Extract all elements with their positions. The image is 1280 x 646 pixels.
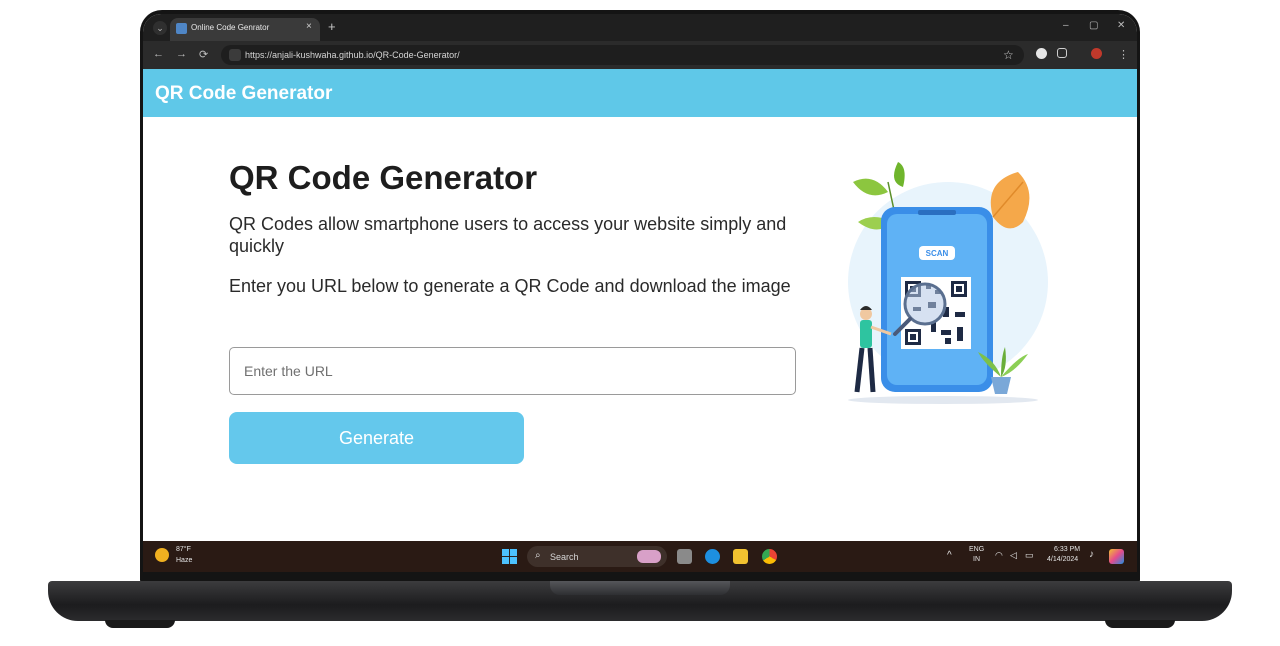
site-header: QR Code Generator: [143, 69, 1137, 117]
clock-time[interactable]: 6:33 PM: [1054, 546, 1080, 553]
new-tab-icon[interactable]: +: [328, 19, 336, 34]
description-text: QR Codes allow smartphone users to acces…: [229, 214, 787, 256]
leaf-right-icon: [990, 172, 1030, 229]
task-view-icon[interactable]: [677, 549, 692, 564]
edge-browser-icon[interactable]: [705, 549, 720, 564]
header-title[interactable]: QR Code Generator: [155, 83, 332, 105]
qr-scan-illustration: SCAN: [848, 162, 1048, 404]
language-region[interactable]: IN: [973, 556, 980, 563]
forward-icon[interactable]: →: [176, 48, 187, 60]
extension-icon[interactable]: [1036, 48, 1047, 59]
volume-icon[interactable]: ◁: [1010, 550, 1017, 561]
bookmark-star-icon[interactable]: ☆: [1003, 48, 1014, 62]
extensions-puzzle-icon[interactable]: [1057, 48, 1067, 58]
profile-avatar[interactable]: [1091, 48, 1102, 59]
search-icon: ⌕: [535, 550, 541, 561]
reload-icon[interactable]: ⟳: [199, 48, 208, 61]
close-tab-icon[interactable]: ×: [306, 21, 312, 32]
file-explorer-icon[interactable]: [733, 549, 748, 564]
battery-icon[interactable]: ▭: [1025, 550, 1034, 561]
browser-toolbar: ← → ⟳ https://anjali-kushwaha.github.io/…: [143, 41, 1137, 69]
weather-condition[interactable]: Haze: [176, 557, 192, 564]
laptop-notch: [550, 581, 730, 595]
wifi-icon[interactable]: ◠: [995, 550, 1003, 561]
clock-date[interactable]: 4/14/2024: [1047, 556, 1078, 563]
minimize-icon[interactable]: –: [1063, 20, 1069, 31]
language-indicator[interactable]: ENG: [969, 546, 984, 553]
copilot-icon[interactable]: [1109, 549, 1124, 564]
tab-search-icon[interactable]: ⌄: [153, 21, 167, 35]
url-text[interactable]: https://anjali-kushwaha.github.io/QR-Cod…: [245, 50, 460, 60]
main-content: QR Code Generator QR Codes allow smartph…: [143, 117, 1137, 541]
phone-notch: [918, 210, 956, 215]
address-bar[interactable]: https://anjali-kushwaha.github.io/QR-Cod…: [221, 45, 1024, 65]
close-window-icon[interactable]: ✕: [1117, 20, 1125, 31]
maximize-icon[interactable]: ▢: [1089, 20, 1098, 31]
weather-icon[interactable]: [155, 548, 169, 562]
more-menu-icon[interactable]: ⋮: [1118, 48, 1129, 61]
taskbar-search[interactable]: ⌕ Search: [527, 546, 667, 567]
tab-title: Online Code Genrator: [191, 23, 270, 32]
os-taskbar: 87°F Haze ⌕ Search ^ ENG IN ◠ ◁ ▭ 6:33 P…: [143, 541, 1137, 572]
generate-button[interactable]: Generate: [229, 412, 524, 464]
back-icon[interactable]: ←: [153, 48, 164, 60]
weather-temperature[interactable]: 87°F: [176, 546, 191, 553]
url-input[interactable]: [229, 347, 796, 395]
ground-shadow: [848, 396, 1038, 404]
windows-start-icon[interactable]: [502, 549, 517, 564]
laptop-foot: [105, 620, 175, 628]
search-highlight-icon: [637, 550, 661, 563]
page-title: QR Code Generator: [229, 159, 538, 196]
screen: ⌄ Online Code Genrator × + – ▢ ✕ ← → ⟳ h…: [143, 14, 1137, 572]
scan-label: SCAN: [926, 249, 949, 258]
chrome-browser-icon[interactable]: [762, 549, 777, 564]
browser-tab[interactable]: Online Code Genrator ×: [170, 18, 320, 41]
notification-bell-icon[interactable]: ♪: [1089, 549, 1094, 560]
laptop-foot: [1105, 620, 1175, 628]
site-info-icon[interactable]: [229, 49, 241, 61]
favicon-icon: [176, 23, 187, 34]
search-placeholder: Search: [550, 552, 579, 562]
tray-overflow-icon[interactable]: ^: [947, 550, 952, 561]
browser-tabbar: ⌄ Online Code Genrator × + – ▢ ✕: [143, 14, 1137, 41]
instruction-text: Enter you URL below to generate a QR Cod…: [229, 276, 791, 296]
